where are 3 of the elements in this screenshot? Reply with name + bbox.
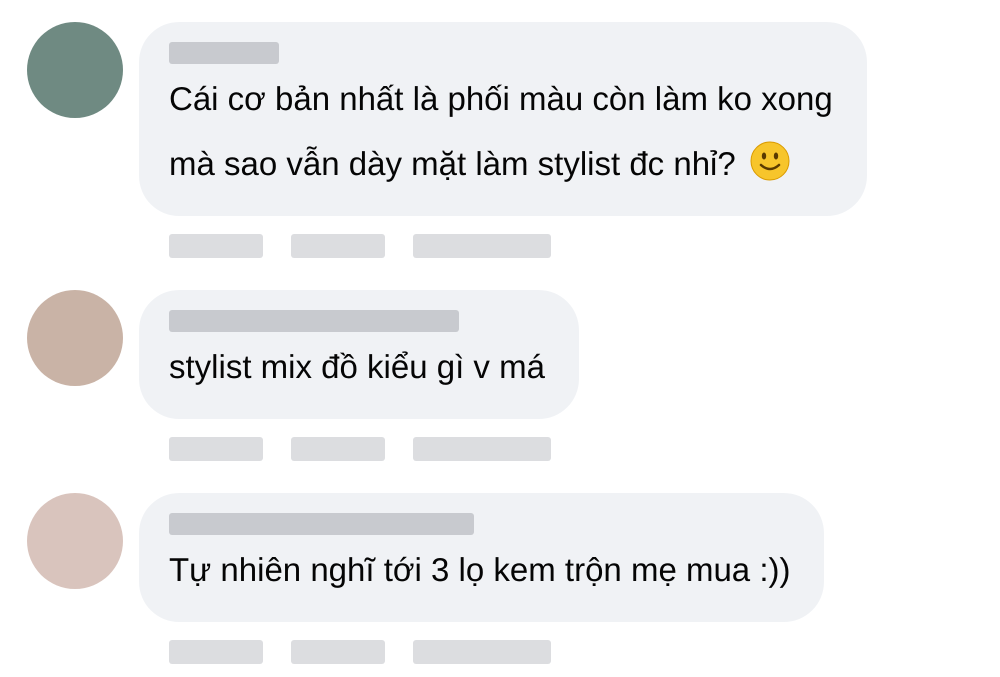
comment-text: Cái cơ bản nhất là phối màu còn làm ko xong mà sao vẫn dày mặt làm stylist đc nhỉ? [169, 80, 833, 182]
comment-text: Tự nhiên nghĩ tới 3 lọ kem trộn mẹ mua :)) [169, 551, 790, 588]
comment-text: stylist mix đồ kiểu gì v má [169, 348, 545, 385]
